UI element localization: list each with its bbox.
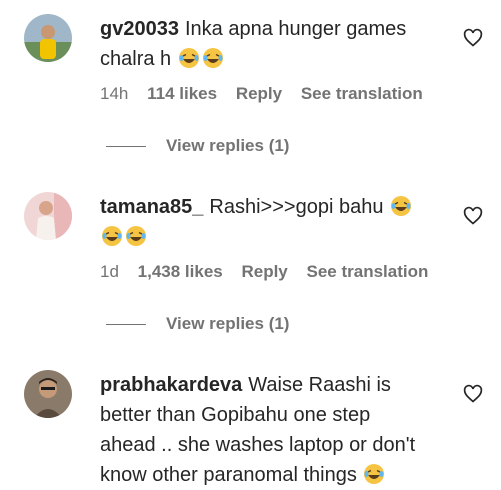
comment-text: tamana85_ Rashi>>>gopi bahu: [100, 192, 430, 252]
view-replies-button[interactable]: View replies (1): [106, 136, 289, 156]
likes-count[interactable]: 114 likes: [147, 84, 217, 103]
avatar-image: [24, 370, 72, 418]
view-replies-button[interactable]: View replies (1): [106, 314, 289, 334]
reply-button[interactable]: Reply: [241, 262, 287, 281]
username[interactable]: prabhakardeva: [100, 374, 242, 396]
comment-body: Rashi>>>gopi bahu: [209, 196, 384, 218]
comment-meta: 1d 1,438 likes Reply See translation: [100, 262, 442, 282]
comment-meta: 14h 114 likes Reply See translation: [100, 84, 437, 104]
avatar[interactable]: [24, 370, 72, 418]
laughing-emoji-icon: [102, 226, 122, 246]
laughing-emoji-icon: [178, 48, 199, 68]
heart-icon[interactable]: [463, 384, 483, 404]
heart-icon[interactable]: [463, 28, 483, 48]
comment-text: prabhakardeva Waise Raashi is better than…: [100, 370, 430, 490]
avatar[interactable]: [24, 14, 72, 62]
reply-button[interactable]: Reply: [236, 84, 282, 103]
comment-text: gv20033 Inka apna hunger games chalra h: [100, 14, 430, 74]
laughing-emoji-icon: [202, 48, 223, 68]
likes-count[interactable]: 1,438 likes: [138, 262, 223, 281]
see-translation-button[interactable]: See translation: [301, 84, 423, 103]
avatar-image: [24, 192, 72, 240]
heart-icon[interactable]: [463, 206, 483, 226]
username[interactable]: gv20033: [100, 18, 179, 40]
username[interactable]: tamana85_: [100, 196, 203, 218]
view-replies-label: View replies (1): [166, 314, 290, 333]
laughing-emoji-icon: [391, 196, 412, 216]
avatar-image: [24, 14, 72, 62]
divider-line: [106, 323, 146, 325]
laughing-emoji-icon: [364, 464, 385, 484]
laughing-emoji-icon: [126, 226, 146, 246]
see-translation-button[interactable]: See translation: [307, 262, 429, 281]
timestamp: 14h: [100, 84, 129, 103]
timestamp: 1d: [100, 262, 119, 281]
avatar[interactable]: [24, 192, 72, 240]
view-replies-label: View replies (1): [166, 136, 290, 155]
divider-line: [106, 145, 146, 147]
